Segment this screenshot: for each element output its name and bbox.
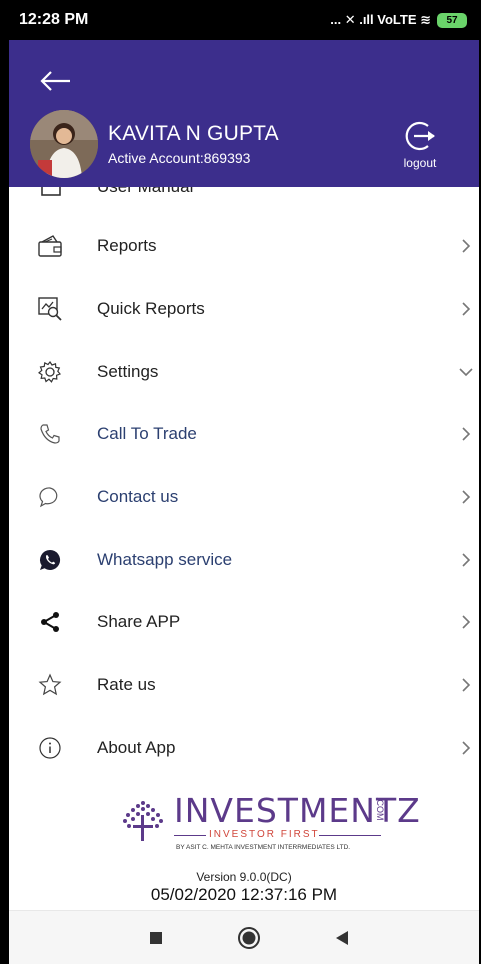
triangle-back-icon: [336, 930, 349, 945]
battery-icon: 57: [437, 12, 467, 28]
gear-icon: [37, 359, 63, 385]
chevron-right-icon: [462, 490, 471, 504]
logo-divider-right: [319, 835, 381, 836]
menu-item-label: Call To Trade: [97, 424, 197, 444]
system-nav-bar: [9, 910, 479, 964]
circle-icon: [237, 926, 260, 949]
chevron-right-icon: [462, 427, 471, 441]
menu-item-settings[interactable]: Settings: [9, 340, 479, 403]
menu-item-label: Whatsapp service: [97, 549, 233, 569]
logo-subline: BY ASIT C. MEHTA INVESTMENT INTERRMEDIAT…: [176, 844, 351, 851]
home-button[interactable]: [234, 923, 264, 953]
back-button[interactable]: [327, 923, 357, 953]
menu-item-label: User Manual: [97, 187, 193, 197]
logout-button[interactable]: logout: [395, 118, 445, 170]
brand-logo: INVESTMENTZ .COM INVESTOR FIRST BY ASIT …: [119, 791, 420, 859]
recents-button[interactable]: [141, 923, 171, 953]
back-arrow-icon[interactable]: [39, 64, 73, 98]
phone-icon: [37, 421, 63, 447]
menu-item-reports[interactable]: Reports: [9, 215, 479, 278]
whatsapp-icon: [37, 547, 63, 573]
status-bar: 12:28 PM ... ✕ .ıll VoLTE ≋ 57: [9, 0, 479, 40]
menu-item-call-to-trade[interactable]: Call To Trade: [9, 403, 479, 466]
menu-item-label: Share APP: [97, 612, 181, 632]
chevron-down-icon: [459, 368, 473, 376]
menu-item-rate-us[interactable]: Rate us: [9, 654, 479, 717]
menu-item-label: Settings: [97, 361, 159, 381]
chevron-right-icon: [462, 678, 471, 692]
share-icon: [37, 609, 63, 635]
chart-search-icon: [37, 296, 63, 322]
active-account: Active Account:869393: [108, 150, 251, 166]
user-name: KAVITA N GUPTA: [108, 122, 279, 145]
menu-item-label: Contact us: [97, 487, 179, 507]
menu-item-share-app[interactable]: Share APP: [9, 591, 479, 654]
book-icon: [41, 187, 61, 196]
logo-tagline: INVESTOR FIRST: [209, 829, 320, 840]
chevron-right-icon: [462, 239, 471, 253]
info-icon: [37, 735, 63, 761]
square-icon: [149, 931, 162, 944]
chevron-right-icon: [462, 302, 471, 316]
status-icons: ... ✕ .ıll VoLTE ≋ 57: [330, 12, 467, 28]
menu-item-label: Quick Reports: [97, 299, 205, 319]
menu-item-quick-reports[interactable]: Quick Reports: [9, 278, 479, 341]
menu-item-about-app[interactable]: About App: [9, 717, 479, 780]
wallet-icon: [37, 233, 63, 259]
chevron-right-icon: [462, 553, 471, 567]
logo-divider-left: [174, 835, 206, 836]
logout-label: logout: [403, 156, 437, 170]
status-indicators: ... ✕ .ıll VoLTE ≋: [330, 12, 431, 27]
menu-item-user-manual[interactable]: User Manual: [9, 187, 479, 207]
phone-screen: 12:28 PM ... ✕ .ıll VoLTE ≋ 57 KAVITA N …: [0, 0, 481, 964]
avatar: [30, 110, 98, 178]
star-icon: [37, 672, 63, 698]
status-time: 12:28 PM: [19, 11, 89, 28]
menu-item-contact-us[interactable]: Contact us: [9, 466, 479, 529]
logout-icon: [405, 121, 435, 151]
chevron-right-icon: [462, 741, 471, 755]
menu-item-label: Reports: [97, 236, 157, 256]
chevron-right-icon: [462, 615, 471, 630]
logo-com: .COM: [375, 797, 385, 821]
profile-header: KAVITA N GUPTA Active Account:869393 log…: [9, 40, 479, 187]
app-version: Version 9.0.0(DC): [196, 870, 292, 884]
menu-item-whatsapp-service[interactable]: Whatsapp service: [9, 528, 479, 591]
menu-item-label: Rate us: [97, 675, 156, 695]
chat-bubble-icon: [37, 484, 63, 510]
menu-item-label: About App: [97, 737, 176, 757]
tree-logo-icon: [123, 801, 163, 841]
avatar-photo: [30, 110, 98, 178]
version-datetime: 05/02/2020 12:37:16 PM: [150, 885, 338, 904]
side-menu: Reports Quick Reports Settings Call To T…: [9, 215, 479, 779]
